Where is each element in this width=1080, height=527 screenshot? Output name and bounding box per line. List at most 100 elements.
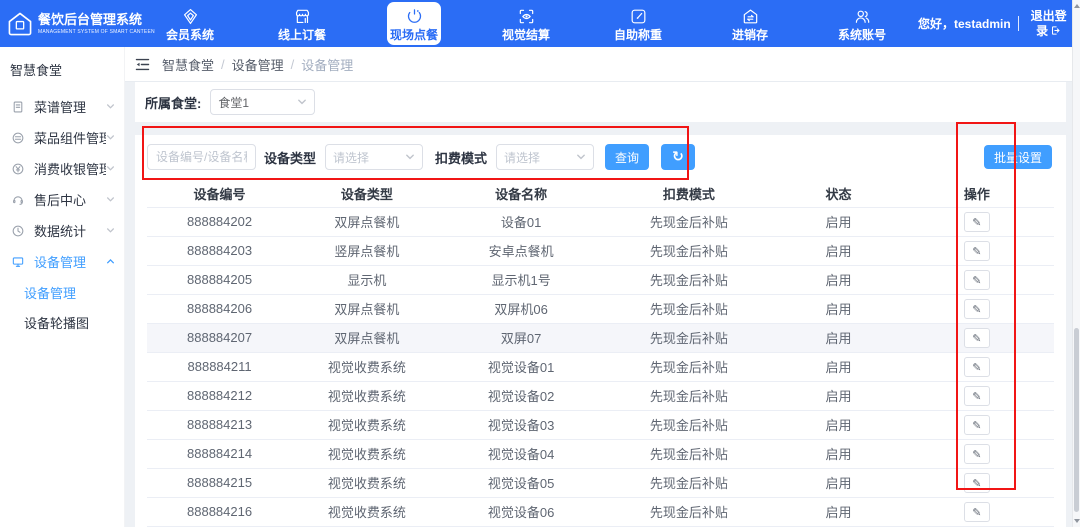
nav-item-member-system[interactable]: 会员系统 xyxy=(134,0,246,47)
logout-icon xyxy=(1050,25,1061,36)
sidebar-item-dish-component-mgmt[interactable]: 菜品组件管理 xyxy=(0,122,124,153)
edit-icon xyxy=(972,417,981,432)
edit-button[interactable] xyxy=(964,328,990,348)
edit-button[interactable] xyxy=(964,502,990,522)
query-button[interactable]: 查询 xyxy=(605,144,649,170)
cell-device-type: 双屏点餐机 xyxy=(292,323,442,352)
scrollbar[interactable] xyxy=(1072,0,1080,527)
edit-button[interactable] xyxy=(964,415,990,435)
breadcrumb-bar: 智慧食堂 / 设备管理 / 设备管理 xyxy=(125,47,1072,82)
cell-fee-mode: 先现金后补贴 xyxy=(600,352,777,381)
cell-status: 启用 xyxy=(777,439,899,468)
sidebar-item-aftersale-center[interactable]: 售后中心 xyxy=(0,184,124,215)
chevron-down-icon xyxy=(106,195,115,204)
device-icon xyxy=(11,255,25,269)
table-row: 888884203 竖屏点餐机 安卓点餐机 先现金后补贴 启用 xyxy=(147,236,1054,265)
cell-device-name: 视觉设备06 xyxy=(442,497,601,526)
sidebar-item-cashier-mgmt[interactable]: 消费收银管理 xyxy=(0,153,124,184)
cell-fee-mode: 先现金后补贴 xyxy=(600,410,777,439)
sidebar-subitem-device-carousel[interactable]: 设备轮播图 xyxy=(0,307,124,337)
device-table: 设备编号 设备类型 设备名称 扣费模式 状态 操作 888884202 双屏点餐… xyxy=(147,180,1054,527)
edit-button[interactable] xyxy=(964,473,990,493)
scrollbar-down-arrow[interactable] xyxy=(1074,519,1080,523)
edit-button[interactable] xyxy=(964,386,990,406)
fee-mode-select[interactable]: 请选择 xyxy=(496,144,594,170)
cell-device-number: 888884205 xyxy=(147,265,292,294)
nav-item-inventory[interactable]: 进销存 xyxy=(694,0,806,47)
breadcrumb: 智慧食堂 / 设备管理 / 设备管理 xyxy=(162,55,353,74)
cell-device-name: 视觉设备02 xyxy=(442,381,601,410)
chevron-down-icon xyxy=(106,226,115,235)
edit-button[interactable] xyxy=(964,212,990,232)
sidebar-title: 智慧食堂 xyxy=(0,47,124,87)
chevron-down-icon xyxy=(297,97,307,107)
cell-device-number: 888884202 xyxy=(147,207,292,236)
cell-actions xyxy=(900,497,1054,526)
nav-item-online-order[interactable]: 线上订餐 xyxy=(246,0,358,47)
scrollbar-thumb[interactable] xyxy=(1074,328,1079,512)
nav-label: 现场点餐 xyxy=(390,29,438,41)
cell-device-number: 888884212 xyxy=(147,381,292,410)
cell-fee-mode: 先现金后补贴 xyxy=(600,323,777,352)
table-row: 888884211 视觉收费系统 视觉设备01 先现金后补贴 启用 xyxy=(147,352,1054,381)
chevron-down-icon xyxy=(576,152,586,162)
cell-status: 启用 xyxy=(777,323,899,352)
edit-icon xyxy=(972,330,981,345)
nav-label: 线上订餐 xyxy=(278,29,326,41)
scrollbar-up-arrow[interactable] xyxy=(1074,4,1080,8)
edit-button[interactable] xyxy=(964,444,990,464)
sidebar-subitem-label: 设备管理 xyxy=(24,283,76,302)
nav-item-vision-settle[interactable]: 视觉结算 xyxy=(470,0,582,47)
edit-button[interactable] xyxy=(964,299,990,319)
column-header-fee-mode: 扣费模式 xyxy=(600,180,777,207)
cell-device-number: 888884216 xyxy=(147,497,292,526)
cell-device-name: 安卓点餐机 xyxy=(442,236,601,265)
cell-device-type: 视觉收费系统 xyxy=(292,468,442,497)
nav-label: 系统账号 xyxy=(838,29,886,41)
sidebar-menu: 菜谱管理 菜品组件管理 消费收银管理 售后中心 数据统计 xyxy=(0,91,124,337)
refresh-button[interactable] xyxy=(661,144,695,170)
cell-actions xyxy=(900,381,1054,410)
cell-actions xyxy=(900,265,1054,294)
user-greeting: 您好，testadmin xyxy=(918,15,1011,32)
divider xyxy=(1018,16,1019,31)
edit-button[interactable] xyxy=(964,241,990,261)
device-type-label: 设备类型 xyxy=(264,148,316,167)
nav-item-onsite-order[interactable]: 现场点餐 xyxy=(358,0,470,47)
device-type-select[interactable]: 请选择 xyxy=(325,144,423,170)
menu-fold-icon[interactable] xyxy=(134,56,151,73)
device-list-card: 设备类型 请选择 扣费模式 请选择 查询 批量设置 xyxy=(135,135,1066,527)
breadcrumb-item-device-mgmt[interactable]: 设备管理 xyxy=(232,55,284,74)
sidebar-item-data-statistics[interactable]: 数据统计 xyxy=(0,215,124,246)
cell-device-name: 双屏07 xyxy=(442,323,601,352)
sidebar-item-label: 数据统计 xyxy=(34,221,106,240)
edit-button[interactable] xyxy=(964,270,990,290)
logout-button[interactable]: 退出登录 xyxy=(1026,9,1072,39)
table-row: 888884202 双屏点餐机 设备01 先现金后补贴 启用 xyxy=(147,207,1054,236)
sidebar-item-recipe-mgmt[interactable]: 菜谱管理 xyxy=(0,91,124,122)
nav-item-self-weigh[interactable]: 自助称重 xyxy=(582,0,694,47)
batch-settings-button[interactable]: 批量设置 xyxy=(984,145,1052,169)
breadcrumb-item-current: 设备管理 xyxy=(301,55,353,74)
edit-button[interactable] xyxy=(964,357,990,377)
sidebar-subitem-device-mgmt[interactable]: 设备管理 xyxy=(0,277,124,307)
sidebar-item-device-mgmt[interactable]: 设备管理 xyxy=(0,246,124,277)
logout-label: 退出登录 xyxy=(1031,9,1067,38)
edit-icon xyxy=(972,272,981,287)
top-navigation-bar: 餐饮后台管理系统 MANAGEMENT SYSTEM OF SMART CANT… xyxy=(0,0,1072,47)
nav-item-system-account[interactable]: 系统账号 xyxy=(806,0,918,47)
users-icon xyxy=(853,7,872,26)
cell-status: 启用 xyxy=(777,294,899,323)
cell-device-name: 视觉设备03 xyxy=(442,410,601,439)
cell-status: 启用 xyxy=(777,236,899,265)
chevron-down-icon xyxy=(405,152,415,162)
cell-device-number: 888884214 xyxy=(147,439,292,468)
edit-icon xyxy=(972,446,981,461)
cell-device-number: 888884206 xyxy=(147,294,292,323)
breadcrumb-item-home[interactable]: 智慧食堂 xyxy=(162,55,214,74)
device-type-placeholder: 请选择 xyxy=(333,149,369,166)
device-search-input[interactable] xyxy=(147,144,256,170)
canteen-label: 所属食堂: xyxy=(145,93,201,112)
sidebar-item-label: 菜谱管理 xyxy=(34,97,106,116)
canteen-select[interactable]: 食堂1 xyxy=(210,89,315,115)
